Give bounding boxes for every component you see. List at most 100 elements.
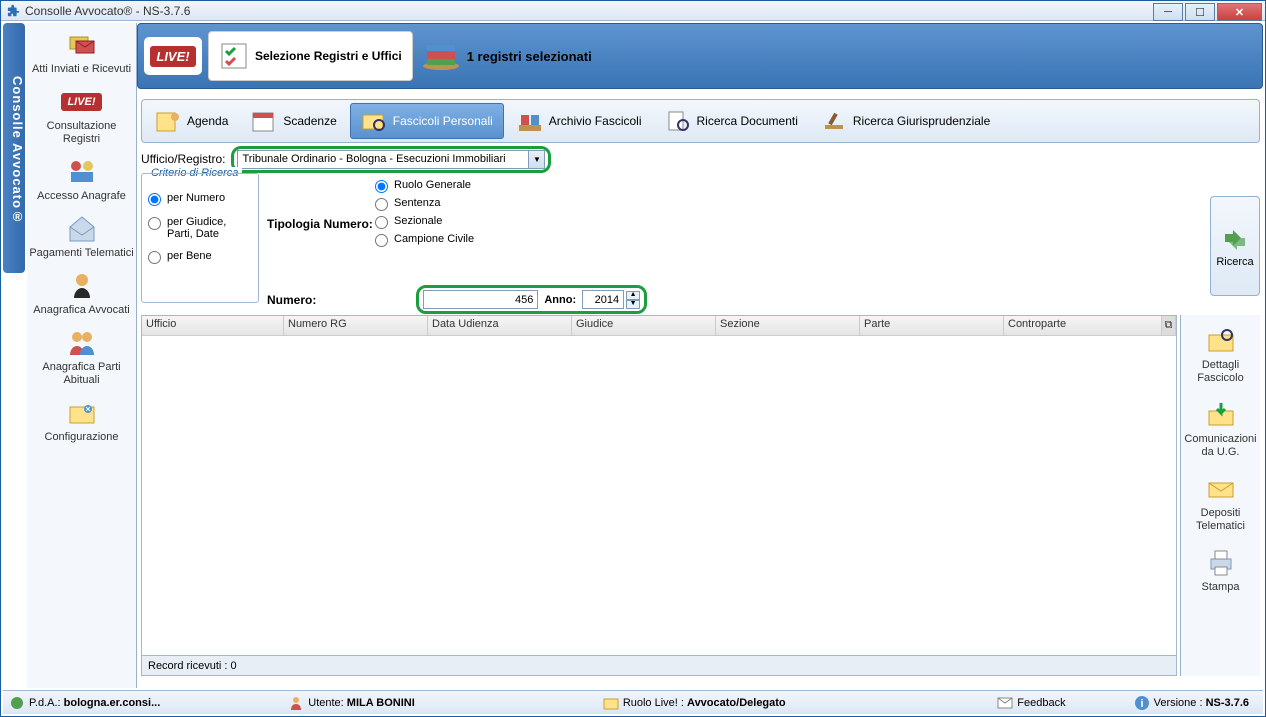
tab-label: Archivio Fascicoli — [549, 114, 642, 128]
puzzle-icon — [7, 4, 21, 18]
col-sezione[interactable]: Sezione — [716, 316, 860, 335]
radio-per-giudice[interactable]: per Giudice, Parti, Date — [148, 216, 252, 240]
action-comunicazioni[interactable]: Comunicazioni da U.G. — [1181, 389, 1260, 463]
radio-input[interactable] — [375, 198, 388, 211]
ricerca-button[interactable]: Ricerca — [1210, 196, 1260, 296]
radio-sentenza[interactable]: Sentenza — [375, 197, 474, 211]
status-utente: Utente: MILA BONINI — [288, 695, 415, 711]
radio-input[interactable] — [375, 180, 388, 193]
sort-indicator-icon[interactable]: ⧉ — [1162, 316, 1176, 335]
live-icon: LIVE! — [150, 46, 195, 67]
tab-scadenze[interactable]: Scadenze — [241, 103, 346, 139]
col-giudice[interactable]: Giudice — [572, 316, 716, 335]
numero-row: Numero: Anno: ▲ ▼ — [267, 285, 647, 314]
action-stampa[interactable]: Stampa — [1181, 537, 1260, 598]
minimize-button[interactable]: ─ — [1153, 3, 1183, 21]
radio-input[interactable] — [148, 193, 161, 206]
calendar-icon — [251, 109, 277, 133]
close-button[interactable]: ✕ — [1217, 3, 1262, 21]
table-header: Ufficio Numero RG Data Udienza Giudice S… — [142, 316, 1176, 336]
action-dettagli[interactable]: Dettagli Fascicolo — [1181, 315, 1260, 389]
ufficio-combo[interactable]: ▼ — [237, 150, 545, 169]
criteria-fieldset: per Numero per Giudice, Parti, Date per … — [141, 173, 259, 303]
radio-label: per Bene — [167, 250, 212, 262]
sidebar-item-atti[interactable]: Atti Inviati e Ricevuti — [27, 23, 136, 80]
search-arrows-icon — [1219, 224, 1251, 256]
radio-per-bene[interactable]: per Bene — [148, 250, 252, 264]
ruolo-label: Ruolo Live! : — [623, 697, 684, 709]
action-label: Stampa — [1183, 581, 1258, 594]
window-buttons: ─ ☐ ✕ — [1151, 3, 1262, 21]
sidebar-item-parti[interactable]: Anagrafica Parti Abituali — [27, 321, 136, 391]
tab-agenda[interactable]: Agenda — [145, 103, 238, 139]
versione-value: NS-3.7.6 — [1206, 697, 1249, 709]
archive-icon — [517, 109, 543, 133]
spinner-up-button[interactable]: ▲ — [626, 291, 640, 300]
ufficio-input[interactable] — [238, 153, 528, 165]
col-ufficio[interactable]: Ufficio — [142, 316, 284, 335]
anno-input[interactable] — [582, 290, 624, 309]
registri-summary: 1 registri selezionati — [467, 31, 592, 81]
feedback-label: Feedback — [1017, 697, 1065, 709]
sidebar-item-label: Atti Inviati e Ricevuti — [29, 63, 134, 76]
settings-folder-icon — [64, 397, 100, 429]
printer-icon — [1203, 547, 1239, 579]
books-icon — [421, 41, 461, 71]
gavel-icon — [821, 109, 847, 133]
agenda-icon — [155, 109, 181, 133]
action-depositi[interactable]: Depositi Telematici — [1181, 463, 1260, 537]
sidebar-item-anagrafe[interactable]: Accesso Anagrafe — [27, 150, 136, 207]
pda-label: P.d.A.: — [29, 697, 61, 709]
titlebar: Consolle Avvocato® - NS-3.7.6 ─ ☐ ✕ — [1, 1, 1265, 21]
col-parte[interactable]: Parte — [860, 316, 1004, 335]
utente-label: Utente: — [308, 697, 343, 709]
tab-giurisprudenziale[interactable]: Ricerca Giurisprudenziale — [811, 103, 1000, 139]
tab-ricerca-documenti[interactable]: Ricerca Documenti — [655, 103, 808, 139]
lawyer-icon — [64, 270, 100, 302]
radio-campione[interactable]: Campione Civile — [375, 233, 474, 247]
folder-detail-icon — [1203, 325, 1239, 357]
pda-value: bologna.er.consi... — [64, 697, 161, 709]
spinner-down-button[interactable]: ▼ — [626, 300, 640, 309]
folder-icon — [603, 695, 619, 711]
download-folder-icon — [1203, 399, 1239, 431]
col-data-udienza[interactable]: Data Udienza — [428, 316, 572, 335]
sidebar-item-label: Anagrafica Parti Abituali — [29, 361, 134, 387]
tab-label: Agenda — [187, 114, 228, 128]
radio-input[interactable] — [148, 217, 161, 230]
toolbar-tabs: Agenda Scadenze Fascicoli Personali Arch… — [141, 99, 1260, 143]
doc-search-icon — [665, 109, 691, 133]
numero-input[interactable] — [423, 290, 538, 309]
chevron-down-icon[interactable]: ▼ — [528, 151, 544, 168]
app-window: Consolle Avvocato® - NS-3.7.6 ─ ☐ ✕ Cons… — [0, 0, 1266, 717]
ruolo-value: Avvocato/Delegato — [687, 697, 786, 709]
sidebar-item-consultazione[interactable]: LIVE! Consultazione Registri — [27, 80, 136, 150]
radio-per-numero[interactable]: per Numero — [148, 192, 252, 206]
radio-ruolo-generale[interactable]: Ruolo Generale — [375, 179, 474, 193]
radio-label: Sentenza — [394, 197, 440, 209]
user-icon — [288, 695, 304, 711]
col-numero-rg[interactable]: Numero RG — [284, 316, 428, 335]
window-title: Consolle Avvocato® - NS-3.7.6 — [25, 4, 190, 18]
radio-sezionale[interactable]: Sezionale — [375, 215, 474, 229]
radio-input[interactable] — [148, 251, 161, 264]
status-pda: P.d.A.: bologna.er.consi... — [9, 695, 160, 711]
status-feedback[interactable]: Feedback — [997, 695, 1065, 711]
tab-archivio[interactable]: Archivio Fascicoli — [507, 103, 652, 139]
ufficio-label: Ufficio/Registro: — [141, 152, 225, 166]
sidebar-item-config[interactable]: Configurazione — [27, 391, 136, 448]
sidebar-item-avvocati[interactable]: Anagrafica Avvocati — [27, 264, 136, 321]
two-people-icon — [64, 327, 100, 359]
select-registri-button[interactable]: Selezione Registri e Uffici — [208, 31, 413, 81]
svg-text:i: i — [1140, 698, 1143, 710]
select-registri-label: Selezione Registri e Uffici — [255, 49, 402, 63]
sidebar-item-pagamenti[interactable]: Pagamenti Telematici — [27, 207, 136, 264]
col-controparte[interactable]: Controparte — [1004, 316, 1162, 335]
radio-input[interactable] — [375, 234, 388, 247]
ricerca-label: Ricerca — [1216, 256, 1253, 268]
maximize-button[interactable]: ☐ — [1185, 3, 1215, 21]
mail-icon — [997, 695, 1013, 711]
radio-label: per Giudice, Parti, Date — [167, 216, 252, 240]
radio-input[interactable] — [375, 216, 388, 229]
tab-fascicoli-personali[interactable]: Fascicoli Personali — [350, 103, 504, 139]
